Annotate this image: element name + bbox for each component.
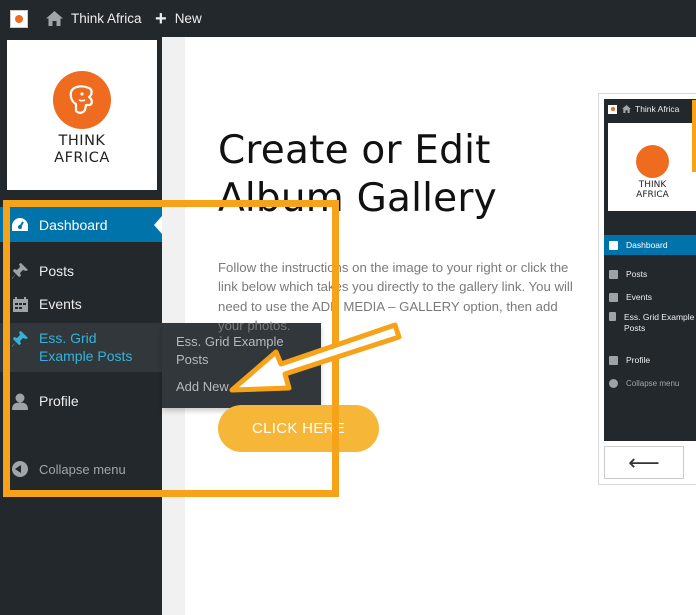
sidebar-item-label: Ess. Grid Example Posts <box>39 330 133 364</box>
mini-item-events: Events <box>604 290 696 304</box>
calendar-icon <box>10 294 30 314</box>
collapse-arrow-icon <box>10 459 30 479</box>
sidebar-item-profile[interactable]: Profile <box>0 388 162 414</box>
click-here-button[interactable]: CLICK HERE <box>218 405 379 452</box>
sidebar-item-ess-grid-example-posts[interactable]: Ess. Grid Example Posts <box>0 323 162 372</box>
submenu-item-all-posts[interactable]: Ess. Grid Example Posts <box>176 333 311 369</box>
africa-face-icon <box>53 71 111 129</box>
user-icon <box>10 391 30 411</box>
left-arrow-icon: ⟵ <box>628 449 660 475</box>
dashboard-gauge-icon <box>10 215 30 235</box>
collapse-arrow-icon <box>609 378 618 388</box>
page-title: Create or Edit Album Gallery <box>218 128 497 221</box>
africa-face-icon <box>636 145 669 178</box>
sidebar-item-dashboard[interactable]: Dashboard <box>0 207 162 242</box>
pushpin-icon <box>10 261 30 281</box>
mini-item-label: Collapse menu <box>626 378 680 388</box>
sidebar-item-label: Dashboard <box>39 216 108 233</box>
site-logo-icon <box>608 104 617 114</box>
home-icon <box>46 11 63 26</box>
sidebar-item-posts[interactable]: Posts <box>0 258 162 284</box>
mini-item-profile: Profile <box>604 353 696 367</box>
mini-item-label: Events <box>626 292 652 302</box>
mini-item-label: Ess. Grid Example Posts <box>623 312 695 333</box>
mini-item-dashboard: Dashboard <box>604 235 696 255</box>
current-page-arrow <box>154 216 162 234</box>
mini-logo-line2: AFRICA <box>636 190 669 200</box>
plus-icon: + <box>155 7 167 30</box>
instruction-screenshot: Think Africa THINK AFRICA Dashboard Post… <box>598 93 696 485</box>
mini-item-label: Posts <box>626 269 648 279</box>
sidebar-item-label: Posts <box>39 263 75 279</box>
pushpin-icon <box>609 269 618 279</box>
brand-logo: THINK AFRICA <box>7 40 157 190</box>
submenu-flyout: Ess. Grid Example Posts Add New <box>162 323 321 408</box>
mini-item-ess-grid: Ess. Grid Example Posts <box>604 312 696 336</box>
sidebar-item-events[interactable]: Events <box>0 291 162 317</box>
mini-sidebar: Think Africa THINK AFRICA Dashboard Post… <box>604 99 696 441</box>
logo-text-line1: THINK <box>58 133 106 149</box>
submenu-item-add-new[interactable]: Add New <box>176 379 229 394</box>
mini-logo-line1: THINK <box>638 180 667 190</box>
new-label: New <box>174 11 202 26</box>
sidebar-item-label: Profile <box>39 393 79 409</box>
user-icon <box>609 355 618 365</box>
mini-item-collapse: Collapse menu <box>604 376 696 390</box>
back-arrow-button[interactable]: ⟵ <box>604 446 684 479</box>
mini-item-label: Dashboard <box>626 240 668 250</box>
site-logo-icon[interactable] <box>10 0 28 37</box>
collapse-menu-button[interactable]: Collapse menu <box>0 456 162 482</box>
mini-annotation-edge <box>692 100 696 172</box>
mini-item-label: Profile <box>626 355 651 365</box>
dashboard-gauge-icon <box>609 240 618 250</box>
calendar-icon <box>609 292 618 302</box>
pushpin-icon <box>609 312 616 321</box>
mini-item-posts: Posts <box>604 267 696 281</box>
site-name-label: Think Africa <box>71 11 142 26</box>
mini-brand-logo: THINK AFRICA <box>608 123 696 211</box>
instructions-text: Follow the instructions on the image to … <box>218 260 573 333</box>
mini-admin-bar: Think Africa <box>604 99 696 119</box>
mini-site-name: Think Africa <box>635 104 680 114</box>
sidebar-item-label: Events <box>39 296 82 312</box>
admin-bar: Think Africa + New <box>0 0 696 37</box>
site-name-link[interactable]: Think Africa <box>46 0 142 37</box>
collapse-menu-label: Collapse menu <box>39 461 126 477</box>
pushpin-icon <box>10 329 30 349</box>
home-icon <box>622 105 631 113</box>
logo-text-line2: AFRICA <box>54 150 110 166</box>
new-content-button[interactable]: + New <box>155 0 202 37</box>
